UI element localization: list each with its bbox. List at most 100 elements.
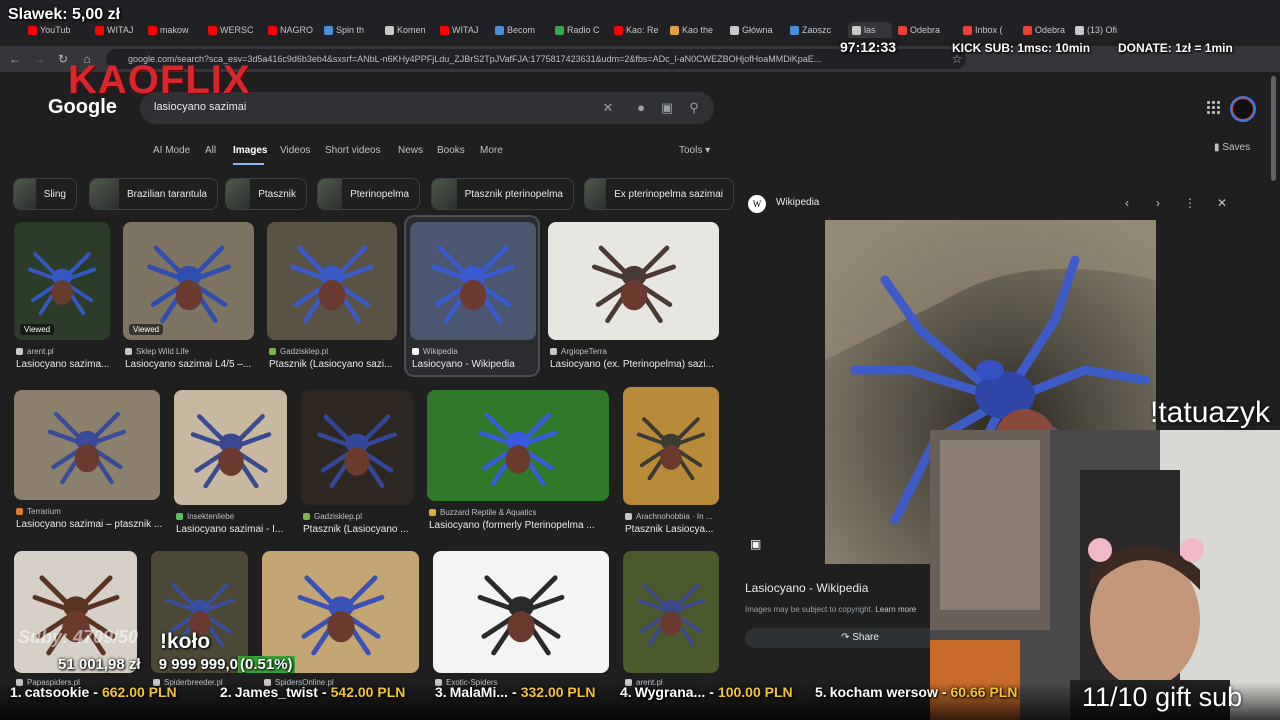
google-apps-icon[interactable] [1207, 101, 1221, 115]
result-caption[interactable]: Lasiocyano (formerly Pterinopelma ... [429, 520, 625, 531]
browser-tab[interactable]: Kao: Re [614, 22, 668, 38]
more-options-icon[interactable]: ⋮ [1183, 196, 1197, 210]
result-caption[interactable]: Ptasznik Lasiocya... [625, 524, 735, 535]
leaderboard-entry: 4. Wygrana... -100.00 PLN [620, 684, 793, 700]
lens-search-icon[interactable]: ▣ [659, 100, 675, 116]
image-result[interactable] [623, 551, 719, 673]
browser-tab[interactable]: Główna [730, 22, 784, 38]
browser-tab[interactable]: Komen [385, 22, 439, 38]
browser-tab[interactable]: NAGRO [268, 22, 322, 38]
browser-tab[interactable]: Zaoszc [790, 22, 844, 38]
related-search-chip[interactable]: Pterinopelma [317, 178, 420, 210]
result-caption[interactable]: Lasiocyano (ex. Pterinopelma) sazi... [550, 359, 735, 370]
close-icon[interactable]: ✕ [1215, 196, 1229, 210]
browser-tab[interactable]: (13) Ofi [1075, 22, 1129, 38]
result-source[interactable]: Sklep Wild Life [125, 347, 276, 356]
lens-icon[interactable]: ▣ [750, 537, 761, 551]
tab-ai-mode[interactable]: AI Mode [153, 145, 190, 156]
image-result[interactable] [267, 222, 397, 340]
tarantula-thumbnail [190, 413, 271, 488]
result-source[interactable]: Insektenliebe [176, 512, 309, 521]
image-result[interactable] [262, 551, 419, 673]
browser-tab[interactable]: Kao the [670, 22, 724, 38]
result-caption[interactable]: Ptasznik (Lasiocyano ... [303, 524, 429, 535]
result-source[interactable]: Buzzard Reptile & Aquatics [429, 508, 631, 517]
result-source[interactable]: Gadzisklep.pl [269, 347, 419, 356]
image-result[interactable] [427, 390, 609, 501]
image-result[interactable] [301, 390, 413, 505]
related-search-chip[interactable]: Ptasznik [225, 178, 307, 210]
result-caption[interactable]: Lasiocyano sazimai L4/5 –... [125, 359, 270, 370]
browser-tab[interactable]: WITAJ [440, 22, 494, 38]
tab-more[interactable]: More [480, 145, 503, 156]
tarantula-thumbnail [317, 413, 397, 488]
result-caption[interactable]: Lasiocyano - Wikipedia [412, 359, 552, 370]
image-result[interactable] [14, 551, 137, 673]
source-favicon-icon [269, 348, 276, 355]
browser-tab[interactable]: YouTub [28, 22, 82, 38]
next-icon[interactable]: › [1151, 196, 1165, 210]
related-search-chip[interactable]: Sling [13, 178, 77, 210]
tab-label: WITAJ [452, 25, 479, 35]
image-result[interactable] [14, 390, 160, 500]
browser-tab[interactable]: WERSC [208, 22, 262, 38]
image-result[interactable] [548, 222, 719, 340]
result-source[interactable]: Arachnohobbia · In ... [625, 512, 741, 521]
result-source[interactable]: Wikipedia [412, 347, 558, 356]
avatar[interactable] [1230, 96, 1256, 122]
tab-images[interactable]: Images [233, 145, 267, 156]
related-search-chip[interactable]: Ptasznik pterinopelma [431, 178, 574, 210]
image-result[interactable] [623, 387, 719, 505]
chip-thumbnail [318, 179, 343, 209]
tarantula-thumbnail [47, 412, 127, 485]
browser-tab[interactable]: makow [148, 22, 202, 38]
previous-icon[interactable]: ‹ [1120, 196, 1134, 210]
panel-title[interactable]: Lasiocyano - Wikipedia [745, 581, 868, 595]
tools-button[interactable]: Tools ▾ [679, 145, 710, 156]
back-icon[interactable]: ← [8, 52, 22, 66]
saves-button[interactable]: ▮ Saves [1214, 142, 1250, 153]
related-search-chip[interactable]: Brazilian tarantula [89, 178, 218, 210]
donate-info: DONATE: 1zł = 1min [1118, 41, 1233, 55]
browser-tab[interactable]: Inbox ( [963, 22, 1017, 38]
result-source[interactable]: arent.pl [16, 347, 132, 356]
tab-all[interactable]: All [205, 145, 216, 156]
browser-tab[interactable]: WITAJ [95, 22, 149, 38]
result-caption[interactable]: Lasiocyano sazimai – ptasznik ... [16, 519, 176, 530]
tab-favicon-icon [28, 25, 37, 35]
browser-tab[interactable]: Odebra [1023, 22, 1077, 38]
result-source[interactable]: ArgiopeTerra [550, 347, 741, 356]
tab-news[interactable]: News [398, 145, 423, 156]
source-favicon-icon [412, 348, 419, 355]
result-caption[interactable]: Lasiocyano sazimai - I... [176, 524, 303, 535]
panel-site-name[interactable]: Wikipedia [776, 197, 819, 208]
browser-tab[interactable]: Radio C [555, 22, 609, 38]
voice-search-icon[interactable]: ● [633, 100, 649, 115]
page-scrollbar[interactable] [1271, 76, 1276, 181]
browser-tab[interactable]: las [848, 22, 892, 38]
tab-videos[interactable]: Videos [280, 145, 310, 156]
learn-more-link[interactable]: Learn more [875, 605, 916, 614]
search-icon[interactable]: ⚲ [686, 100, 702, 116]
source-favicon-icon [16, 508, 23, 515]
clear-icon[interactable]: ✕ [600, 100, 616, 116]
image-result[interactable]: Viewed [14, 222, 110, 340]
related-search-chip[interactable]: Ex pterinopelma sazimai [584, 178, 734, 210]
image-result[interactable] [433, 551, 609, 673]
forward-icon[interactable]: → [32, 52, 46, 66]
image-result[interactable] [410, 222, 536, 340]
result-source[interactable]: Gadzisklep.pl [303, 512, 435, 521]
tab-label: Inbox ( [975, 25, 1003, 35]
browser-tab[interactable]: Odebra [898, 22, 952, 38]
image-result[interactable] [174, 390, 287, 505]
browser-tab[interactable]: Spin th [324, 22, 378, 38]
image-result[interactable]: Viewed [123, 222, 254, 340]
browser-tab[interactable]: Becom [495, 22, 549, 38]
tab-short-videos[interactable]: Short videos [325, 145, 381, 156]
result-caption[interactable]: Lasiocyano sazima... [16, 359, 126, 370]
tab-books[interactable]: Books [437, 145, 465, 156]
result-source[interactable]: Terrarium [16, 507, 182, 516]
goal-target: 9 999 999,0 [158, 656, 238, 673]
result-caption[interactable]: Ptasznik (Lasiocyano sazi... [269, 359, 413, 370]
image-result[interactable] [151, 551, 248, 673]
